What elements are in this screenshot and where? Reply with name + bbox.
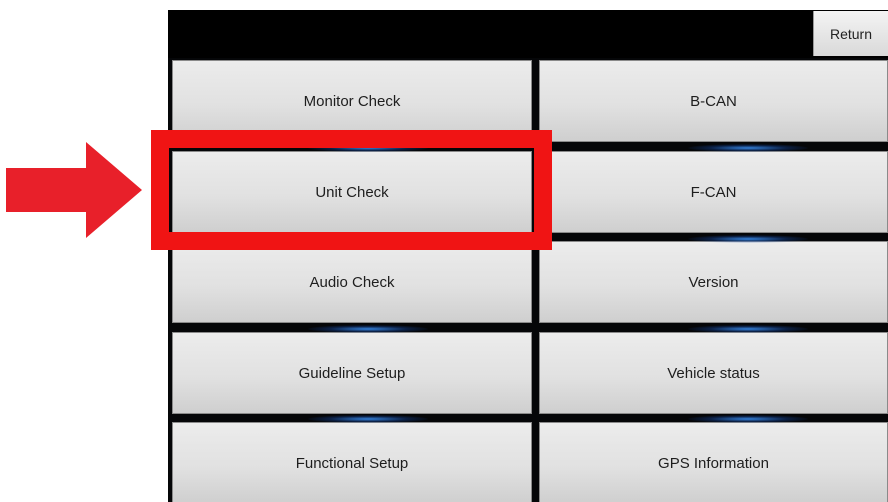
functional-setup-button[interactable]: Functional Setup: [172, 422, 532, 502]
glow-divider: [308, 415, 428, 423]
vehicle-status-button[interactable]: Vehicle status: [539, 332, 888, 414]
f-can-button[interactable]: F-CAN: [539, 151, 888, 233]
glow-divider: [688, 144, 808, 152]
b-can-button[interactable]: B-CAN: [539, 60, 888, 142]
audio-check-button[interactable]: Audio Check: [172, 241, 532, 323]
glow-divider: [688, 415, 808, 423]
gps-information-button[interactable]: GPS Information: [539, 422, 888, 502]
top-bar: Return: [168, 10, 888, 58]
arrow-right-icon: [6, 142, 146, 243]
diagnostic-screen: Return Monitor Check B-CAN Unit Check F-…: [168, 10, 888, 502]
glow-divider: [688, 325, 808, 333]
guideline-setup-button[interactable]: Guideline Setup: [172, 332, 532, 414]
version-button[interactable]: Version: [539, 241, 888, 323]
return-button[interactable]: Return: [813, 11, 888, 56]
glow-divider: [308, 325, 428, 333]
glow-divider: [688, 235, 808, 243]
highlight-box: [151, 130, 552, 250]
